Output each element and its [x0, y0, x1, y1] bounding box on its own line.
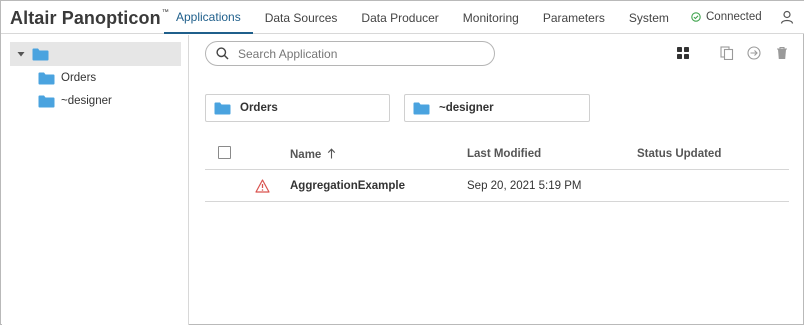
- move-icon[interactable]: [747, 46, 761, 60]
- folder-card-label: Orders: [240, 102, 278, 114]
- folder-icon: [413, 102, 430, 114]
- caret-down-icon[interactable]: [16, 49, 26, 59]
- tab-system[interactable]: System: [617, 1, 681, 34]
- row-name[interactable]: AggregationExample: [290, 180, 405, 192]
- column-header-status-updated[interactable]: Status Updated: [637, 148, 721, 160]
- copy-icon[interactable]: [720, 46, 734, 60]
- top-bar: Altair Panopticon™ Applications Data Sou…: [1, 1, 804, 34]
- folder-icon: [38, 72, 55, 84]
- column-header-label: Name: [290, 149, 322, 161]
- connection-status: Connected: [691, 11, 762, 23]
- user-icon[interactable]: [780, 10, 794, 24]
- tree-item-label: ~designer: [61, 95, 112, 107]
- connection-status-label: Connected: [706, 11, 762, 23]
- search-icon: [216, 47, 229, 60]
- brand-name: Altair Panopticon: [10, 8, 161, 28]
- grid-view-icon[interactable]: [676, 46, 690, 60]
- tree-root-item[interactable]: [10, 42, 181, 66]
- brand-logo: Altair Panopticon™: [10, 8, 169, 29]
- row-last-modified: Sep 20, 2021 5:19 PM: [467, 180, 582, 192]
- folder-icon: [214, 102, 231, 114]
- table-header: Name Last Modified Status Updated: [205, 141, 789, 170]
- delete-icon[interactable]: [775, 46, 789, 60]
- folder-icon: [32, 48, 49, 60]
- sort-ascending-icon[interactable]: [327, 148, 336, 159]
- folder-card-designer[interactable]: ~designer: [404, 94, 590, 122]
- tab-data-producer[interactable]: Data Producer: [349, 1, 450, 34]
- tab-data-sources[interactable]: Data Sources: [253, 1, 350, 34]
- table-row[interactable]: AggregationExample Sep 20, 2021 5:19 PM: [205, 171, 789, 202]
- column-header-name[interactable]: Name: [290, 148, 336, 161]
- search-box: [205, 41, 495, 66]
- app-window: Altair Panopticon™ Applications Data Sou…: [0, 0, 804, 325]
- main-tabs: Applications Data Sources Data Producer …: [164, 1, 681, 34]
- select-all-checkbox[interactable]: [218, 146, 231, 159]
- warning-icon: [255, 179, 270, 193]
- tab-applications[interactable]: Applications: [164, 1, 253, 34]
- tab-monitoring[interactable]: Monitoring: [451, 1, 531, 34]
- folder-tree: Orders ~designer: [2, 35, 189, 325]
- folder-card-orders[interactable]: Orders: [205, 94, 390, 122]
- folder-icon: [38, 95, 55, 107]
- check-circle-icon: [691, 12, 701, 22]
- tree-item-label: Orders: [61, 72, 97, 84]
- folder-card-label: ~designer: [439, 102, 494, 114]
- tree-item-orders[interactable]: Orders: [38, 69, 96, 87]
- tab-parameters[interactable]: Parameters: [531, 1, 617, 34]
- search-input[interactable]: [238, 46, 468, 61]
- column-header-last-modified[interactable]: Last Modified: [467, 148, 541, 160]
- tree-item-designer[interactable]: ~designer: [38, 92, 112, 110]
